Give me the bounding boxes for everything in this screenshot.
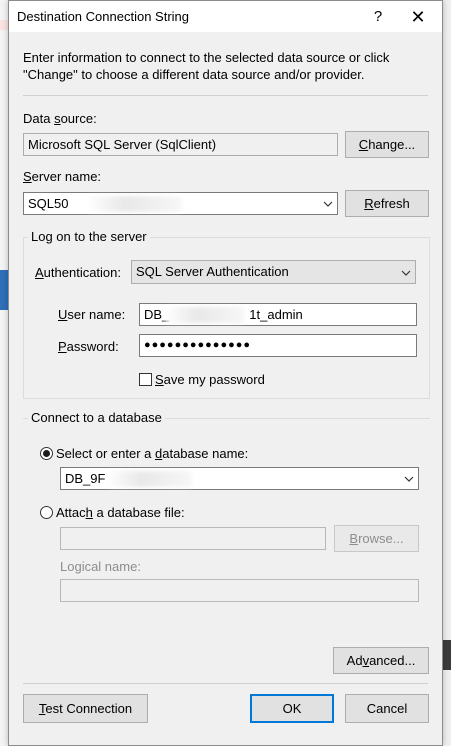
connection-string-dialog: Destination Connection String ? ✕ Enter … (8, 0, 443, 746)
redacted-region (107, 471, 192, 487)
database-file-field[interactable] (60, 527, 326, 550)
authentication-label: Authentication: (35, 265, 122, 280)
redacted-region (165, 307, 245, 323)
background-app-left (0, 0, 8, 746)
title-bar[interactable]: Destination Connection String ? ✕ (9, 1, 442, 32)
attach-database-radio[interactable] (40, 506, 53, 519)
separator (23, 683, 428, 684)
change-button[interactable]: Change... (345, 131, 429, 158)
user-name-suffix: 1t_admin (249, 307, 303, 322)
cancel-button[interactable]: Cancel (345, 694, 429, 723)
chevron-down-icon (404, 476, 414, 482)
database-name-value: DB_9F (65, 471, 106, 486)
logon-group-label: Log on to the server (28, 229, 150, 244)
browse-button[interactable]: Browse... (334, 525, 419, 552)
password-field[interactable]: ●●●●●●●●●●●●●● (139, 334, 417, 357)
help-button[interactable]: ? (362, 5, 394, 29)
chevron-down-icon (323, 201, 333, 207)
attach-database-label[interactable]: Attach a database file: (56, 505, 185, 520)
close-button[interactable]: ✕ (402, 5, 434, 29)
data-source-field: Microsoft SQL Server (SqlClient) (23, 133, 338, 156)
save-password-label[interactable]: Save my password (155, 372, 265, 387)
save-password-checkbox[interactable] (139, 373, 152, 386)
dialog-title: Destination Connection String (17, 9, 189, 24)
background-app-accent (0, 20, 8, 30)
password-label: Password: (58, 339, 119, 354)
refresh-button[interactable]: Refresh (345, 190, 429, 217)
server-name-value: SQL50 (28, 196, 69, 211)
select-database-radio[interactable] (40, 447, 53, 460)
database-group-label: Connect to a database (28, 410, 165, 425)
user-name-label: User name: (58, 307, 126, 322)
logical-name-field[interactable] (60, 579, 419, 602)
redacted-region (87, 196, 182, 212)
advanced-button[interactable]: Advanced... (333, 647, 429, 674)
select-database-label[interactable]: Select or enter a database name: (56, 446, 248, 461)
separator (23, 95, 428, 96)
authentication-combobox[interactable]: SQL Server Authentication (131, 260, 416, 284)
intro-text: Enter information to connect to the sele… (23, 50, 390, 82)
chevron-down-icon (401, 270, 411, 276)
test-connection-button[interactable]: Test Connection (23, 694, 148, 723)
logical-name-label: Logical name: (60, 559, 141, 574)
server-name-label: Server name: (23, 169, 102, 184)
ok-button[interactable]: OK (250, 694, 334, 723)
background-app-accent (0, 270, 8, 310)
data-source-label: Data source: (23, 111, 97, 126)
authentication-value: SQL Server Authentication (136, 264, 289, 279)
